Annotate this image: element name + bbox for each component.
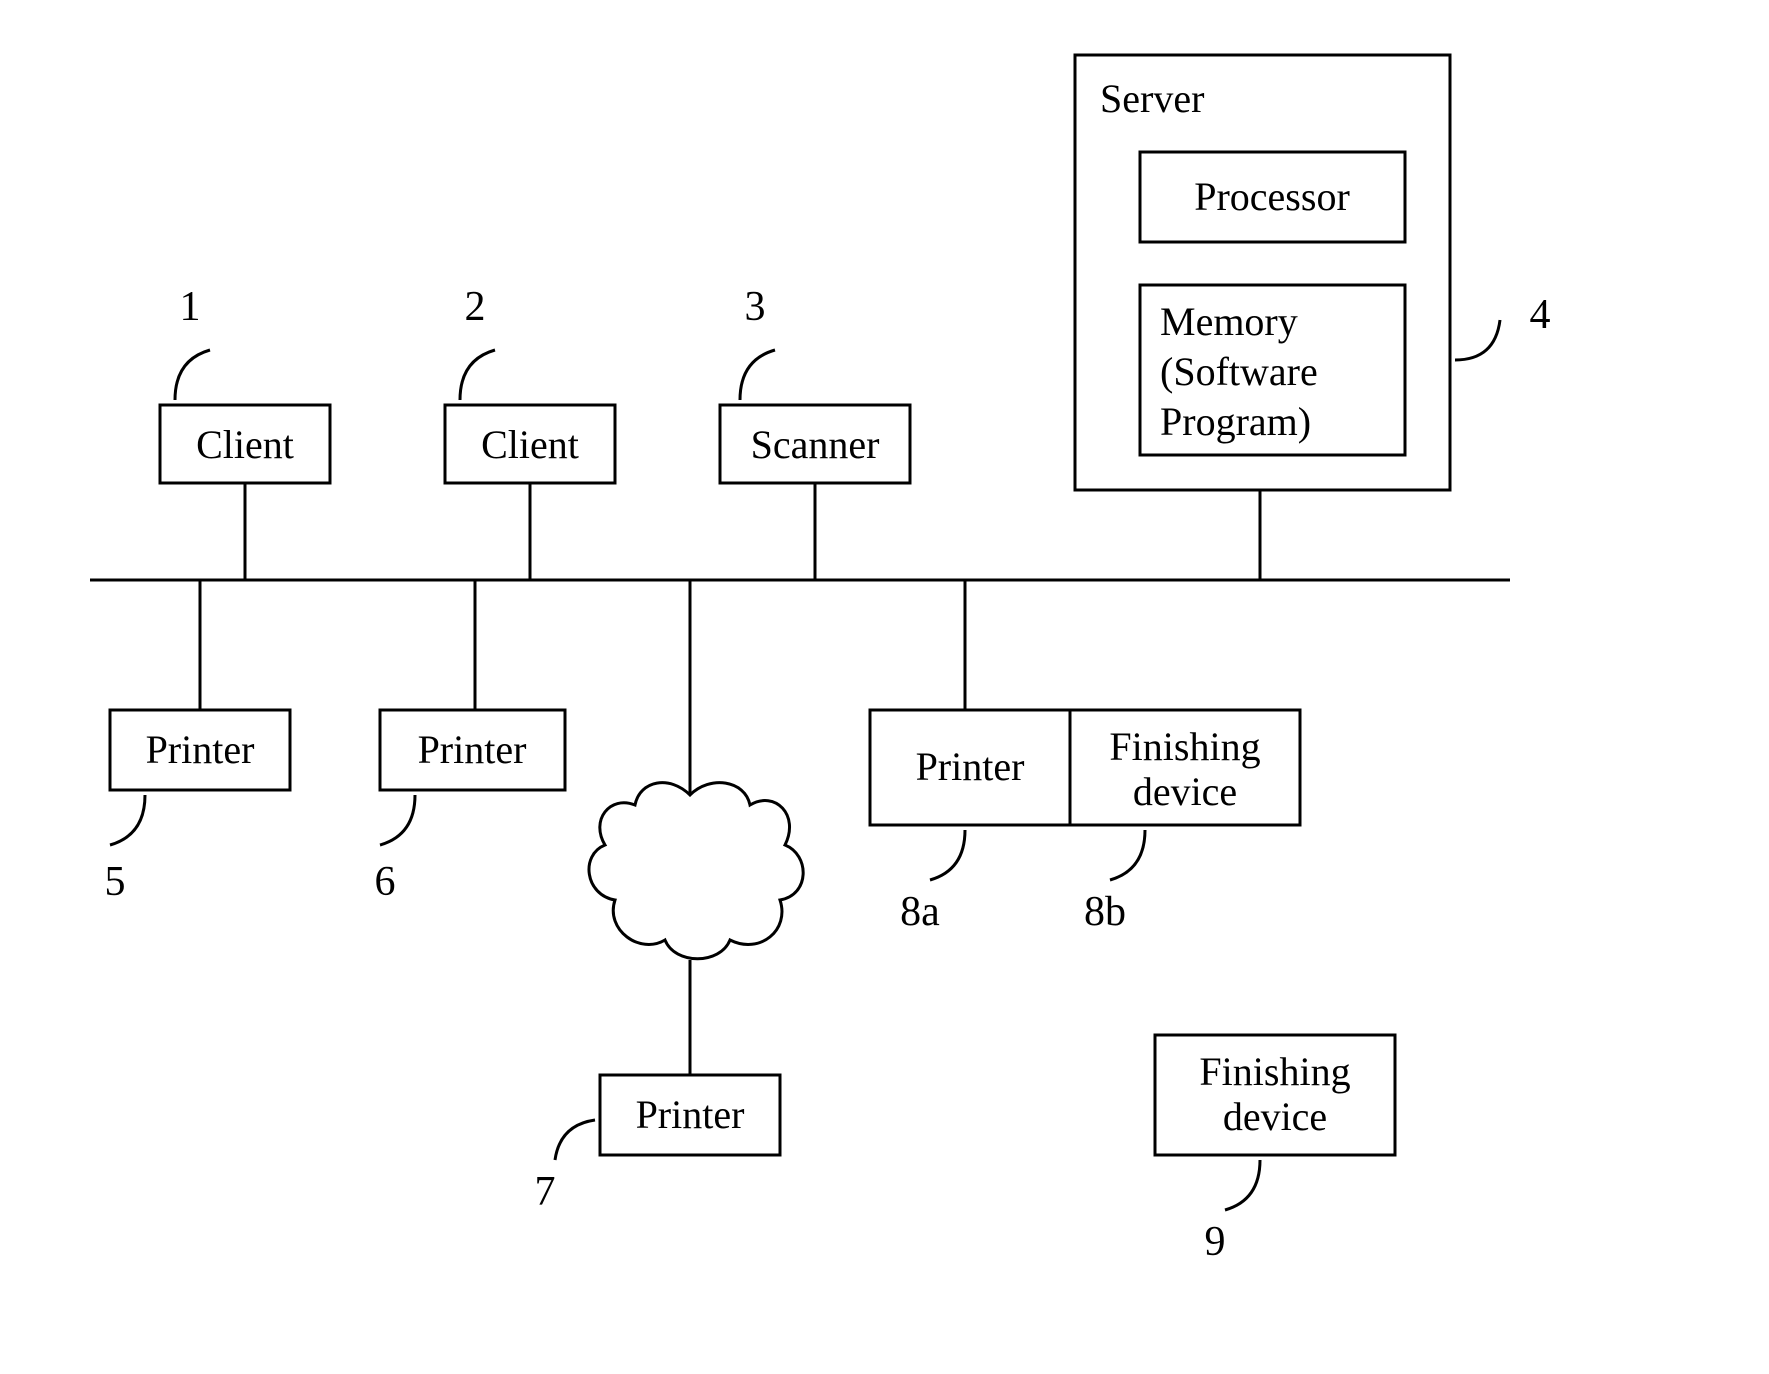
callout-4 [1455, 320, 1500, 360]
ref-5: 5 [105, 859, 126, 905]
client2-node: Client 2 [445, 284, 615, 483]
cloud-icon [589, 783, 803, 959]
memory-line3: Program) [1160, 399, 1311, 444]
network-diagram: Client 1 Client 2 Scanner 3 Server Proce… [0, 0, 1769, 1374]
ref-1: 1 [180, 284, 201, 330]
ref-4: 4 [1530, 292, 1551, 338]
callout-3 [740, 350, 775, 400]
memory-line2: (Software [1160, 349, 1318, 394]
scanner-node: Scanner 3 [720, 284, 910, 483]
memory-line1: Memory [1160, 299, 1298, 344]
ref-8a: 8a [900, 889, 940, 935]
processor-label: Processor [1194, 174, 1350, 219]
ref-6: 6 [375, 859, 396, 905]
callout-2 [460, 350, 495, 400]
ref-7: 7 [535, 1169, 556, 1215]
callout-1 [175, 350, 210, 400]
client1-node: Client 1 [160, 284, 330, 483]
client2-label: Client [481, 422, 579, 467]
printer5-label: Printer [146, 727, 255, 772]
processor-node: Processor [1140, 152, 1405, 242]
printer6-label: Printer [418, 727, 527, 772]
callout-9 [1225, 1160, 1260, 1210]
client1-label: Client [196, 422, 294, 467]
fin9-line1: Finishing [1199, 1049, 1350, 1094]
server-node: Server Processor Memory (Software Progra… [1075, 55, 1551, 490]
callout-8b [1110, 830, 1145, 880]
ref-9: 9 [1205, 1219, 1226, 1265]
ref-8b: 8b [1084, 889, 1126, 935]
fin9-node: Finishing device 9 [1155, 1035, 1395, 1265]
fin9-line2: device [1223, 1094, 1327, 1139]
fin8b-line1: Finishing [1109, 724, 1260, 769]
callout-5 [110, 795, 145, 845]
printer7-label: Printer [636, 1092, 745, 1137]
ref-2: 2 [465, 284, 486, 330]
printer8a-label: Printer [916, 744, 1025, 789]
callout-7 [555, 1120, 595, 1160]
scanner-label: Scanner [751, 422, 880, 467]
callout-8a [930, 830, 965, 880]
server-label: Server [1100, 76, 1204, 121]
ref-3: 3 [745, 284, 766, 330]
printer8-group: Printer Finishing device 8a 8b [870, 710, 1300, 935]
callout-6 [380, 795, 415, 845]
fin8b-line2: device [1133, 769, 1237, 814]
printer7-node: Printer 7 [535, 1075, 781, 1215]
printer6-node: Printer 6 [375, 710, 566, 905]
printer5-node: Printer 5 [105, 710, 291, 905]
memory-node: Memory (Software Program) [1140, 285, 1405, 455]
